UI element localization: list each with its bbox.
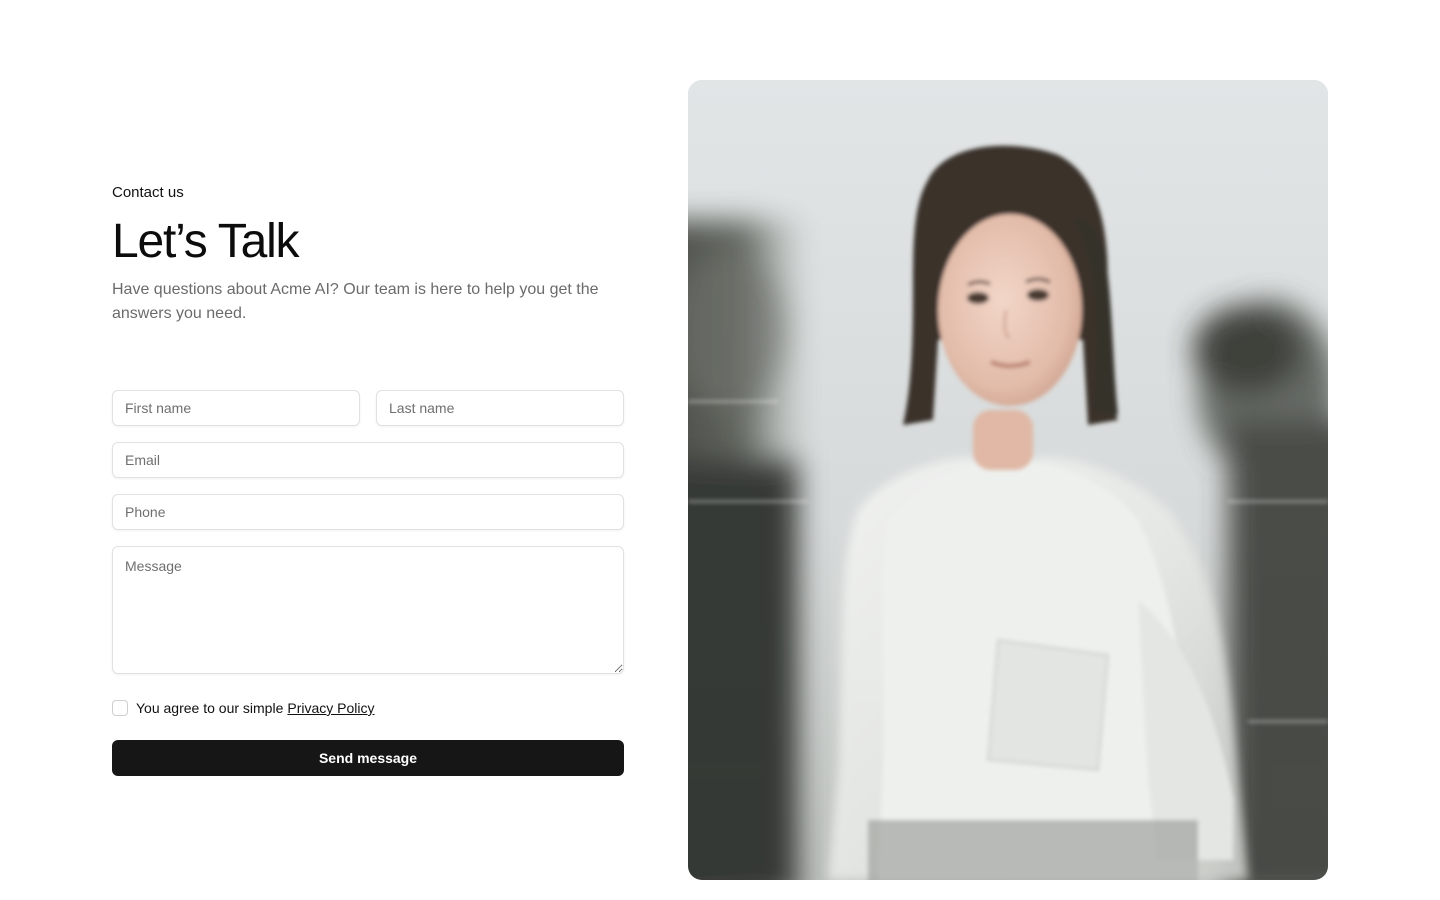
page-title: Let’s Talk bbox=[112, 215, 300, 268]
phone-wrapper bbox=[112, 494, 624, 530]
first-name-input[interactable] bbox=[112, 390, 360, 426]
message-textarea[interactable] bbox=[112, 546, 624, 674]
contact-section: Contact us Let’s Talk Have questions abo… bbox=[112, 182, 624, 776]
name-row bbox=[112, 390, 624, 426]
consent-row: You agree to our simple Privacy Policy bbox=[112, 700, 624, 716]
consent-text: You agree to our simple bbox=[136, 700, 284, 716]
privacy-policy-link[interactable]: Privacy Policy bbox=[287, 700, 374, 716]
last-name-input[interactable] bbox=[376, 390, 624, 426]
page-subtitle: Have questions about Acme AI? Our team i… bbox=[112, 281, 599, 322]
photo-woman-white-shirt-icon bbox=[688, 80, 1328, 880]
send-message-button[interactable]: Send message bbox=[112, 740, 624, 776]
contact-form: You agree to our simple Privacy Policy S… bbox=[112, 390, 624, 776]
eyebrow-label: Contact us bbox=[112, 184, 184, 201]
privacy-consent-checkbox[interactable] bbox=[112, 700, 128, 716]
phone-input[interactable] bbox=[112, 494, 624, 530]
email-input[interactable] bbox=[112, 442, 624, 478]
hero-photo bbox=[688, 80, 1328, 880]
message-wrapper bbox=[112, 546, 624, 674]
email-wrapper bbox=[112, 442, 624, 478]
